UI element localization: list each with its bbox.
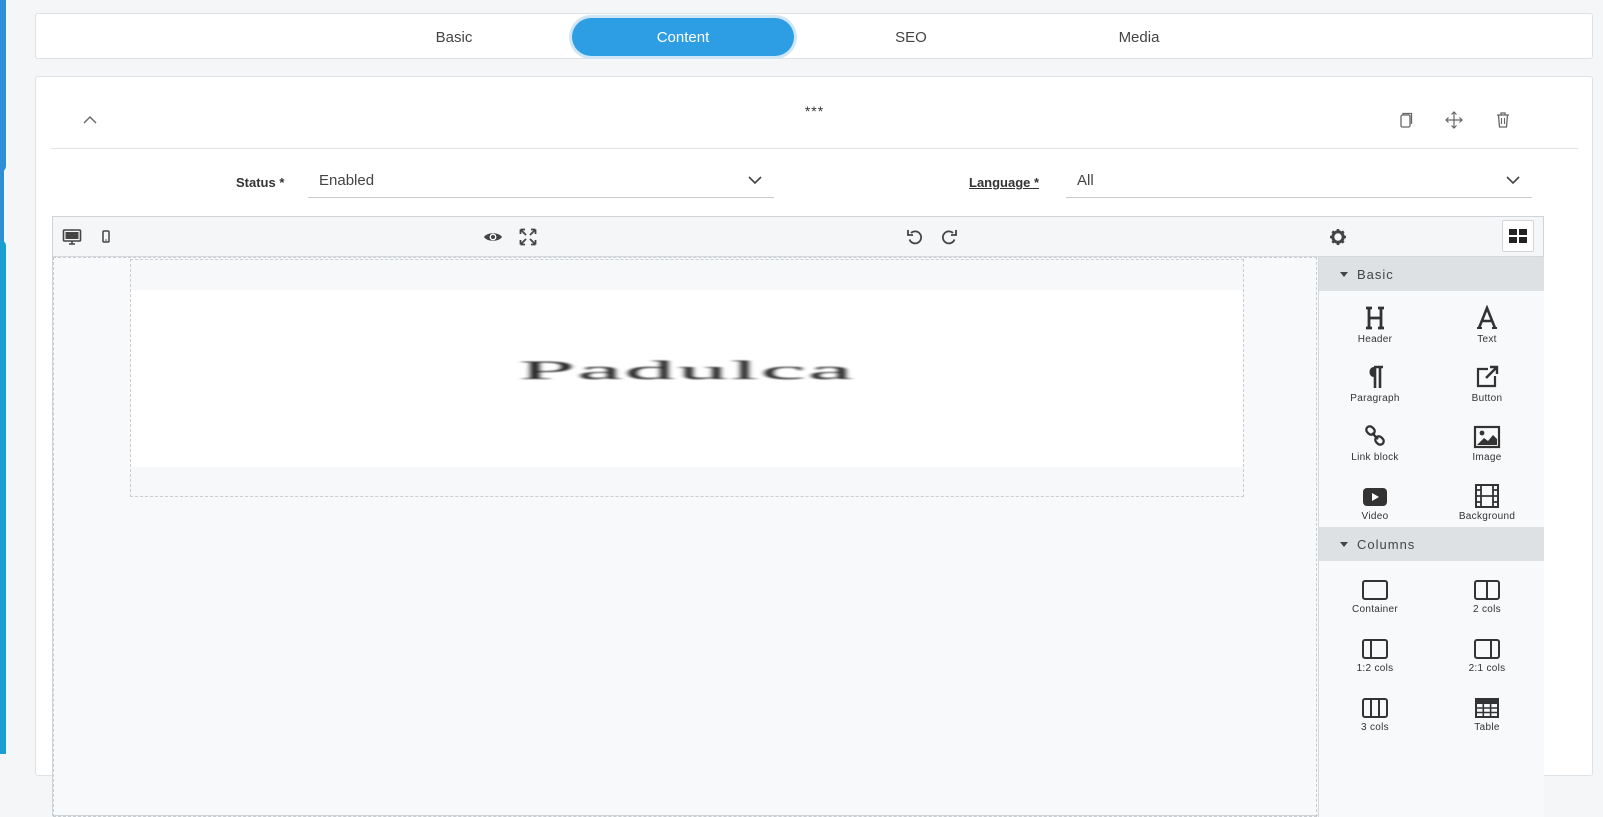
block-image[interactable]: Image [1431,409,1543,468]
block-table[interactable]: Table [1431,679,1543,738]
block-label: Background [1458,511,1516,522]
status-select[interactable]: Enabled [308,165,774,198]
block-paragraph[interactable]: Paragraph [1319,350,1431,409]
two-one-cols-icon [1473,626,1501,660]
copy-icon[interactable] [1395,110,1415,130]
redo-icon[interactable] [939,227,959,247]
content-frame[interactable]: Padulca [130,259,1244,497]
chevron-down-icon [748,176,762,185]
fullscreen-icon[interactable] [518,227,538,247]
header-icon [1363,297,1387,331]
accent-segment-bottom [0,240,6,754]
block-link-block[interactable]: Link block [1319,409,1431,468]
block-label: Image [1472,452,1502,463]
block-label: Paragraph [1350,393,1400,404]
category-columns[interactable]: Columns [1319,527,1544,561]
undo-icon[interactable] [905,227,925,247]
banner-image[interactable]: Padulca [131,290,1243,467]
desktop-icon[interactable] [62,227,82,247]
block-label: 1:2 cols [1356,663,1394,674]
gear-icon[interactable] [1328,227,1348,247]
block-three-cols[interactable]: 3 cols [1319,679,1431,738]
block-label: Link block [1351,452,1399,463]
block-two-one-cols[interactable]: 2:1 cols [1431,620,1543,679]
text-icon [1475,297,1499,331]
category-basic-title: Basic [1357,266,1394,282]
block-one-two-cols[interactable]: 1:2 cols [1319,620,1431,679]
block-label: Text [1477,334,1497,345]
one-two-cols-icon [1361,626,1389,660]
container-icon [1361,567,1389,601]
category-basic[interactable]: Basic [1319,257,1544,291]
video-icon [1362,474,1388,508]
paragraph-icon [1364,356,1386,390]
editor-canvas[interactable]: Padulca [53,257,1317,817]
basic-blocks-grid: Header Text Paragraph Button Link block … [1319,291,1544,527]
move-icon[interactable] [1444,110,1464,130]
blocks-grid-icon[interactable] [1502,220,1534,252]
eye-icon[interactable] [483,227,503,247]
link-icon [1363,415,1387,449]
block-video[interactable]: Video [1319,468,1431,527]
category-columns-title: Columns [1357,536,1416,552]
tab-basic[interactable]: Basic [343,18,565,56]
block-label: 3 cols [1361,722,1389,733]
chevron-down-icon [1506,176,1520,185]
status-label: Status * [236,175,285,190]
block-button[interactable]: Button [1431,350,1543,409]
block-label: Video [1361,511,1389,522]
block-label: 2:1 cols [1468,663,1506,674]
two-cols-icon [1473,567,1501,601]
builder-toolbar [53,217,1543,257]
block-two-cols[interactable]: 2 cols [1431,561,1543,620]
tab-bar: Basic Content SEO Media [35,13,1593,59]
block-text[interactable]: Text [1431,291,1543,350]
language-value: All [1077,172,1094,189]
section-title: *** [804,103,825,119]
external-link-icon [1474,356,1500,390]
film-icon [1474,474,1500,508]
block-label: Table [1474,722,1500,733]
caret-down-icon [1340,271,1348,277]
block-label: Container [1351,604,1399,615]
table-icon [1474,685,1500,719]
block-label: Header [1357,334,1393,345]
block-label: 2 cols [1473,604,1501,615]
accent-segment-top [0,0,6,172]
mobile-icon[interactable] [96,227,116,247]
language-select[interactable]: All [1066,165,1532,198]
image-icon [1473,415,1501,449]
block-background[interactable]: Background [1431,468,1543,527]
block-container[interactable]: Container [1319,561,1431,620]
tab-media[interactable]: Media [1028,18,1250,56]
status-value: Enabled [319,172,375,189]
block-header[interactable]: Header [1319,291,1431,350]
tab-content[interactable]: Content [572,18,794,56]
columns-blocks-grid: Container 2 cols 1:2 cols 2:1 cols 3 col… [1319,561,1544,738]
tab-seo[interactable]: SEO [800,18,1022,56]
content-panel: *** Status * Enabled Language * All Padu… [35,76,1593,817]
trash-icon[interactable] [1493,110,1513,130]
section-header: *** [51,77,1578,149]
block-label: Button [1471,393,1503,404]
three-cols-icon [1361,685,1389,719]
blocks-panel: Basic Header Text Paragraph Button Link … [1318,257,1544,817]
caret-down-icon [1340,541,1348,547]
page-builder: Padulca Basic Header Text Paragraph Butt… [52,216,1544,817]
language-label: Language * [969,175,1040,190]
